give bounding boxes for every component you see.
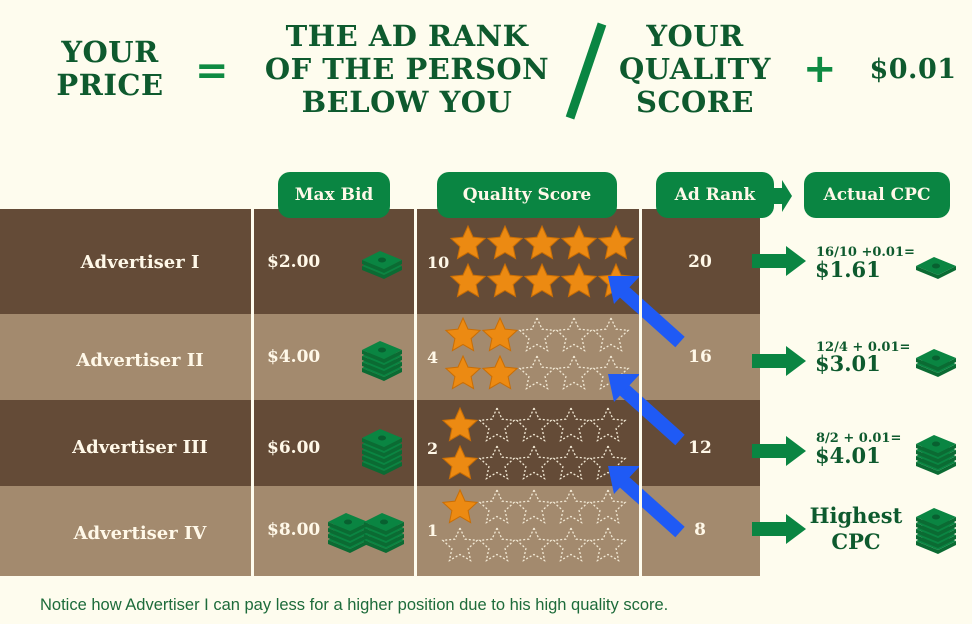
- cash-stack-icon: [362, 341, 402, 381]
- advertiser-name: Advertiser IV: [73, 523, 207, 544]
- header-ad-rank: Ad Rank: [656, 172, 774, 218]
- star-filled-icon: [486, 262, 524, 298]
- green-arrow-icon: [752, 346, 806, 376]
- bill-layer: [916, 257, 956, 279]
- cash-stack-icon: [916, 508, 956, 554]
- star-filled-icon: [481, 354, 519, 390]
- star-empty-icon: [515, 526, 553, 562]
- formula-line: YOUR: [646, 19, 744, 53]
- blue-arrow-icon: [608, 466, 685, 538]
- cash-stack-icon: [362, 251, 402, 279]
- green-arrow-icon: [752, 246, 806, 276]
- star-filled-icon: [523, 262, 561, 298]
- divide-slash: [565, 22, 607, 120]
- formula-line: OF THE PERSON: [264, 52, 550, 86]
- ad-rank-value: 20: [688, 252, 712, 272]
- star-filled-icon: [441, 406, 479, 442]
- star-empty-icon: [515, 444, 553, 480]
- cash-stack-icon: [916, 257, 956, 279]
- cash-stack-icon: [364, 513, 404, 553]
- star-empty-icon: [552, 488, 590, 524]
- cpc-value: $3.01: [815, 351, 881, 376]
- column-divider: [414, 209, 417, 576]
- formula-numerator: THE AD RANK OF THE PERSON BELOW YOU: [242, 20, 572, 119]
- star-filled-icon: [444, 316, 482, 352]
- star-empty-icon: [441, 526, 479, 562]
- star-filled-icon: [597, 224, 635, 260]
- cpc-value: $1.61: [815, 257, 881, 282]
- formula-denominator: YOUR QUALITY SCORE: [605, 20, 785, 119]
- green-arrow-icon: [752, 436, 806, 466]
- quality-score-value: 4: [427, 348, 439, 367]
- star-empty-icon: [552, 406, 590, 442]
- star-empty-icon: [478, 488, 516, 524]
- cash-stack-icon: [362, 429, 402, 475]
- highest-cpc-line: CPC: [831, 529, 881, 554]
- star-filled-icon: [481, 316, 519, 352]
- formula-line: THE AD RANK: [285, 19, 529, 53]
- star-empty-icon: [555, 316, 593, 352]
- blue-arrow-icon: [608, 276, 685, 348]
- formula-line: PRICE: [56, 68, 164, 102]
- star-filled-icon: [449, 262, 487, 298]
- advertiser-name: Advertiser II: [76, 350, 204, 371]
- ad-rank-value: 16: [688, 347, 712, 367]
- star-empty-icon: [552, 526, 590, 562]
- formula-increment: $0.01: [869, 54, 957, 85]
- star-empty-icon: [478, 526, 516, 562]
- cpc-value: $4.01: [815, 443, 881, 468]
- max-bid-value: $2.00: [267, 252, 321, 272]
- column-divider: [251, 209, 254, 576]
- star-filled-icon: [441, 444, 479, 480]
- star-filled-icon: [560, 262, 598, 298]
- star-empty-icon: [515, 488, 553, 524]
- max-bid-value: $4.00: [267, 347, 321, 367]
- star-empty-icon: [478, 406, 516, 442]
- formula-your-price: YOUR PRICE: [40, 36, 180, 102]
- star-empty-icon: [478, 444, 516, 480]
- header-max-bid: Max Bid: [278, 172, 390, 218]
- star-empty-icon: [518, 354, 556, 390]
- advertiser-name: Advertiser III: [72, 437, 208, 458]
- quality-score-value: 1: [427, 521, 439, 540]
- star-filled-icon: [444, 354, 482, 390]
- formula-line: SCORE: [636, 85, 754, 119]
- plus-sign: +: [803, 46, 837, 92]
- star-filled-icon: [441, 488, 479, 524]
- star-empty-icon: [552, 444, 590, 480]
- green-arrow-icon: [752, 514, 806, 544]
- highest-cpc-line: Highest: [809, 503, 903, 528]
- cash-stack-icon: [916, 349, 956, 377]
- star-empty-icon: [518, 316, 556, 352]
- column-divider: [639, 209, 642, 576]
- formula-line: QUALITY: [619, 52, 771, 86]
- equals-sign: =: [195, 48, 229, 94]
- header-actual-cpc: Actual CPC: [804, 172, 950, 218]
- header-arrow-icon: [774, 180, 792, 212]
- star-empty-icon: [515, 406, 553, 442]
- star-filled-icon: [449, 224, 487, 260]
- blue-arrow-icon: [608, 374, 685, 446]
- highest-cpc-label: Highest CPC: [806, 503, 906, 555]
- formula-line: BELOW YOU: [301, 85, 513, 119]
- quality-score-value: 2: [427, 439, 439, 458]
- max-bid-value: $8.00: [267, 520, 321, 540]
- star-filled-icon: [486, 224, 524, 260]
- max-bid-value: $6.00: [267, 438, 321, 458]
- quality-score-value: 10: [427, 253, 450, 272]
- star-empty-icon: [555, 354, 593, 390]
- footnote: Notice how Advertiser I can pay less for…: [40, 596, 669, 614]
- cash-stack-icon: [916, 435, 956, 475]
- star-filled-icon: [560, 224, 598, 260]
- cash-stack-icon: [328, 513, 368, 553]
- advertiser-name: Advertiser I: [80, 252, 200, 273]
- formula-line: YOUR: [61, 35, 159, 69]
- star-filled-icon: [523, 224, 561, 260]
- header-quality-score: Quality Score: [437, 172, 617, 218]
